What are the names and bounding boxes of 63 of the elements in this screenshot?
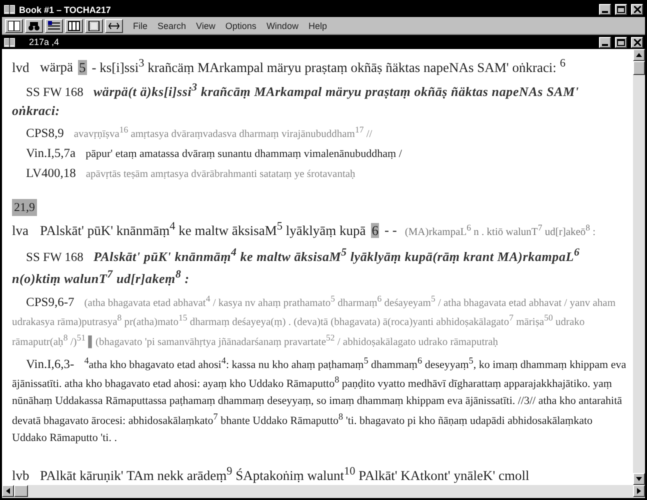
parallel-passage: CPS9,6-7 (atha bhagavata etad abhavat$^{4}$ / kasya nv ahaṃ prathamato$^{5}$ dharmaṃ$^{6}$ deśayeyam$^{5}$ / atha bhagavata etad abhavat / yanv aham udrakasya rāma)putrasya$^{8}$ pr(atha)mato$^{15}$ dharmaṃ deśayeya(ṃ) . (deva)tā (bhagavata) ā(roca)yanti abhidoṣakālagato$^{7}$ māriṣa$^{50}$ udrako rāmaputr(aḥ$^{8}$ /)$^{51}$ ▌(bhagavato 'pi samanvāhṛtya jñānadarśanaṃ pravartate$^{52}$ / abhidoṣakālagato udrako rāmaputraḥ xyxy=(12,292,616,350)
scroll-left-button[interactable] xyxy=(2,485,14,497)
close-button[interactable] xyxy=(631,36,643,48)
parallel-passage: Vin.I,6,3- $^{4}$atha kho bhagavato etad ahosi$^{4}$: kassa nu kho ahaṃ paṭhamaṃ$^{5}$ dhammaṃ$^{6}$ deseyyaṃ$^{5}$, ko imaṃ dhammaṃ khippam eva ājānissatīti. atha kho bhagavato etad ahosi: ayaṃ kho Uddako Rāmaputto$^{8}$ paṇḍito vyatto medhāvī dīgharattaṃ apparajakkhajātiko. yaṃ nūnāhaṃ Uddakassa Rāmaputtassa paṭhamaṃ dhammaṃ deseyyaṃ, so imaṃ dhammaṃ khippam eva ājānissatīti. //3// atha kho antarahitā devatā bhagavato ārocesi: abhidosakālaṃkato$^{7}$ bhante Uddako Rāmaputto$^{8}$ 'ti. bhagavato pi kho ñāṇaṃ udapādi abhidosakālaṃkato Uddako Rāmaputto 'ti. . xyxy=(12,354,627,446)
parallel-passage: CPS8,9 avavṛṇīṣva$^{16}$ amṛtasya dvāraṃvadasva dharmaṃ virajānubuddham$^{17}$ // xyxy=(25,124,374,142)
maximize-button[interactable] xyxy=(615,4,627,15)
menu-item[interactable]: File xyxy=(133,20,148,30)
scroll-thumb[interactable] xyxy=(14,485,28,497)
vertical-scrollbar[interactable] xyxy=(633,49,645,485)
binoculars-button[interactable] xyxy=(25,18,43,32)
parallel-passage: LV400,18 apāvṛtās teṣām amṛtasya dvārābrahmanti satataṃ ye śrotavantaḥ xyxy=(25,165,356,182)
document-button[interactable] xyxy=(85,18,103,32)
verse-text: - - xyxy=(384,222,397,238)
close-icon xyxy=(634,38,640,46)
parallel-passage: SS FW 168 PAlskāt' pūK' knānmāṃ$^{4}$ ke maltw āksisaM$^{5}$ lyāklyāṃ kupā(rāṃ krant MA)rkampaL$^{6}$ n(o)ktiṃ walunT$^{7}$ ud[r]akeṃ$^{8}$ : xyxy=(12,246,581,288)
up-arrow-icon xyxy=(635,51,643,59)
menu-item[interactable]: Search xyxy=(158,20,186,30)
compare-icon xyxy=(108,20,120,30)
verse-number: 5 xyxy=(78,60,87,74)
minimize-button[interactable] xyxy=(599,4,611,15)
open-book-button[interactable] xyxy=(5,18,23,32)
minimize-button[interactable] xyxy=(599,36,611,48)
verse-label: lvd xyxy=(12,58,30,76)
list-icon xyxy=(48,20,60,30)
book-icon xyxy=(4,36,15,48)
columns-button[interactable] xyxy=(65,18,83,32)
close-icon xyxy=(634,6,640,13)
document-title: 217a ,4 xyxy=(29,37,60,47)
maximize-icon xyxy=(617,38,625,46)
parallel-passage: Vin.I,5,7a pāpur' etaṃ amatassa dvāraṃ sunantu dhammaṃ vimalenānubuddhaṃ / xyxy=(25,145,403,162)
compare-button[interactable] xyxy=(105,18,123,32)
scroll-up-button[interactable] xyxy=(633,49,645,61)
list-button[interactable] xyxy=(45,18,63,32)
document-icon xyxy=(88,20,100,30)
left-arrow-icon xyxy=(4,487,12,495)
maximize-button[interactable] xyxy=(615,36,627,48)
section-number: 21,9 xyxy=(12,199,37,216)
menu-item[interactable]: Options xyxy=(225,20,256,30)
horizontal-scrollbar[interactable] xyxy=(2,485,645,498)
verse-label: lva xyxy=(12,222,30,239)
open-book-icon xyxy=(8,20,20,30)
book-icon xyxy=(4,4,15,15)
columns-icon xyxy=(68,20,80,30)
binoculars-icon xyxy=(28,20,40,30)
verse-text: PAlkāt kāruṇik' TAm nekk arādeṃ$^{9}$ ŚAptakoṅiṃ walunt$^{10}$ PAlkāt' KAtkont' ynāleK' cmoll xyxy=(40,468,530,484)
parallel-passage: SS FW 168 wärpä(t ä)ks[i]ssi$^{3}$ krañcāṃ MArkampal märyu praṣtaṃ okñāṣ ñäktas napeNAs SAM' oṅkraci: xyxy=(12,80,580,120)
verse-text: - ks[i]ssi$^{3}$ krañcäṃ MArkampal märyu praṣtaṃ okñāṣ ñäktas napeNAs SAM' oṅkraci: $^{6}$ xyxy=(92,60,566,74)
maximize-icon xyxy=(617,6,625,13)
verse-text: wärpä xyxy=(40,60,73,74)
menu-item[interactable]: View xyxy=(196,20,216,30)
down-arrow-icon xyxy=(635,475,643,483)
right-arrow-icon xyxy=(635,487,643,495)
scroll-thumb[interactable] xyxy=(633,61,645,75)
scroll-down-button[interactable] xyxy=(633,473,645,485)
verse-text: PAlskāt' pūK' knānmāṃ$^{4}$ ke maltw āksisaM$^{5}$ lyāklyāṃ kupā xyxy=(40,222,366,238)
verse-label: lvb xyxy=(12,467,30,484)
scroll-right-button[interactable] xyxy=(633,485,645,497)
verse-number: 6 xyxy=(370,222,380,238)
close-button[interactable] xyxy=(631,4,643,15)
window-title: Book #1 – TOCHA217 xyxy=(19,4,112,14)
verse-note: (MA)rkampaL$^{6}$ n . ktiō walunT$^{7}$ ud[r]akeō$^{8}$ : xyxy=(404,226,596,238)
menu-item[interactable]: Help xyxy=(308,20,327,30)
menu-item[interactable]: Window xyxy=(266,20,298,30)
